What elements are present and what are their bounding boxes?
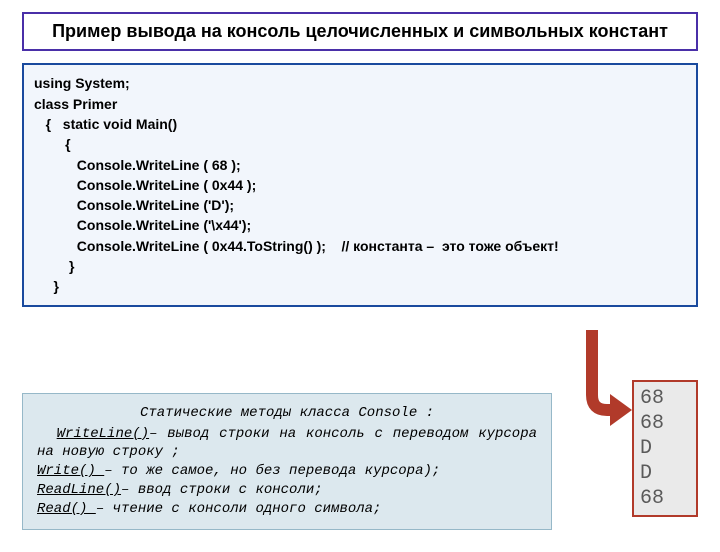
method-writeline: WriteLine() bbox=[57, 426, 149, 442]
method-readline: ReadLine() bbox=[37, 482, 121, 498]
code-block: using System; class Primer { static void… bbox=[22, 63, 698, 306]
page-title: Пример вывода на консоль целочисленных и… bbox=[52, 21, 668, 41]
title-box: Пример вывода на консоль целочисленных и… bbox=[22, 12, 698, 51]
method-write: Write() bbox=[37, 463, 104, 479]
desc-read: – чтение с консоли одного символа; bbox=[96, 501, 382, 517]
note-header: Статические методы класса Console : bbox=[37, 404, 537, 423]
desc-write: – то же самое, но без перевода курсора); bbox=[104, 463, 440, 479]
arrow-icon bbox=[572, 330, 632, 430]
console-output: 68 68 D D 68 bbox=[632, 380, 698, 517]
note-box: Статические методы класса Console : Writ… bbox=[22, 393, 552, 530]
desc-readline: – ввод строки с консоли; bbox=[121, 482, 323, 498]
method-read: Read() bbox=[37, 501, 96, 517]
